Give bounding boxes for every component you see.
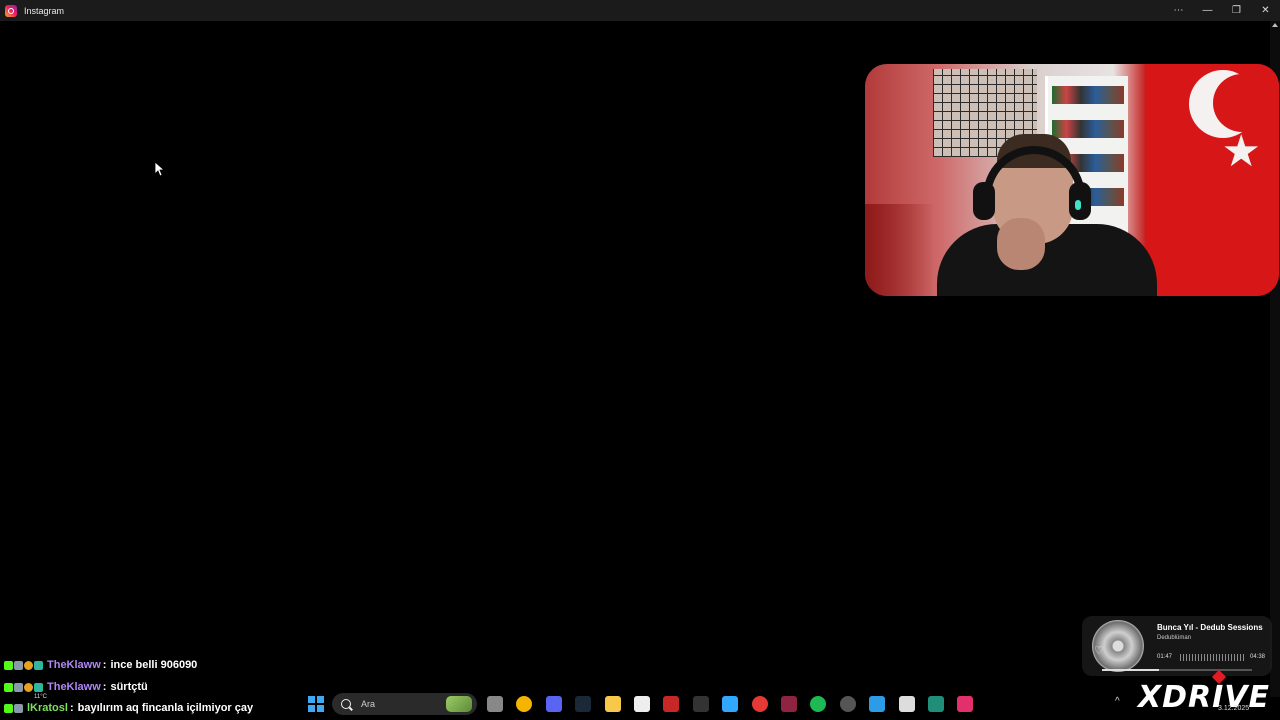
close-button[interactable]: ✕	[1251, 0, 1280, 21]
chat-badges	[4, 660, 43, 670]
epic-games-icon[interactable]	[692, 696, 709, 712]
window-title: Instagram	[24, 5, 65, 16]
title-bar: Instagram ⋯ — ❐ ✕	[0, 0, 1280, 21]
discord-icon[interactable]	[545, 696, 562, 712]
waveform	[1180, 654, 1246, 661]
taskbar: Ara	[0, 688, 1280, 720]
webcam-overlay: ★	[865, 64, 1279, 296]
heart-icon[interactable]: ♡	[1094, 644, 1104, 657]
voice-mod-icon[interactable]	[663, 696, 680, 712]
red-light-glow	[865, 204, 935, 296]
gift-badge-icon	[34, 660, 43, 670]
search-icon	[341, 699, 351, 709]
instagram-icon	[5, 4, 17, 17]
task-view-icon[interactable]	[487, 696, 503, 712]
moderator-badge-icon	[14, 660, 23, 670]
weather-temp: 11°C	[34, 694, 47, 700]
photos-icon[interactable]	[869, 696, 886, 712]
window-controls: ⋯ — ❐ ✕	[1164, 0, 1280, 21]
headset-left-cup	[973, 182, 995, 220]
steam-icon[interactable]	[575, 696, 592, 712]
clock-date: 3.12.2025	[1218, 705, 1250, 712]
song-duration: 04:38	[1250, 654, 1266, 660]
terminal-app-icon[interactable]	[928, 696, 944, 712]
song-artist: Dedublüman	[1157, 635, 1192, 641]
streamer-hand	[997, 218, 1045, 270]
mouse-cursor-icon	[155, 162, 165, 177]
media-app-icon[interactable]	[781, 696, 797, 712]
chat-text: ince belli 906090	[110, 659, 198, 671]
tray-chevron-icon[interactable]: ^	[1115, 696, 1120, 707]
more-options-button[interactable]: ⋯	[1164, 0, 1193, 21]
chat-message: TheKlaww : ince belli 906090	[4, 659, 197, 671]
photoshop-icon[interactable]	[722, 696, 739, 712]
kick-badge-icon	[4, 660, 13, 670]
scroll-up-arrow-icon[interactable]	[1272, 23, 1278, 27]
headset-light	[1075, 200, 1081, 210]
taskbar-search[interactable]: Ara	[332, 693, 477, 715]
red-app-icon[interactable]	[751, 696, 768, 712]
now-playing-widget: ♡ Bunca Yıl - Dedub Sessions Dedublüman …	[1082, 616, 1272, 676]
chat-username: TheKlaww	[47, 659, 101, 671]
star-icon: ★	[1221, 127, 1261, 176]
windows-start-icon[interactable]	[308, 696, 324, 712]
capcut-icon[interactable]	[634, 696, 650, 712]
file-explorer-icon[interactable]	[604, 696, 621, 712]
subscriber-badge-icon	[24, 660, 33, 670]
restore-button[interactable]: ❐	[1222, 0, 1251, 21]
chrome-icon[interactable]	[516, 696, 533, 712]
spotify-icon[interactable]	[810, 696, 827, 712]
current-time: 01:47	[1157, 654, 1173, 660]
song-title: Bunca Yıl - Dedub Sessions	[1157, 623, 1263, 632]
turkish-flag: ★	[1145, 64, 1279, 296]
obs-icon[interactable]	[839, 696, 856, 712]
minimize-button[interactable]: —	[1193, 0, 1222, 21]
search-highlight-icon	[446, 696, 472, 712]
song-progress-bar	[1102, 669, 1252, 671]
logitech-icon[interactable]	[898, 696, 915, 712]
instagram-icon[interactable]	[957, 696, 974, 712]
brand-logo: XDRIVE	[1138, 680, 1271, 715]
search-placeholder: Ara	[361, 699, 376, 709]
